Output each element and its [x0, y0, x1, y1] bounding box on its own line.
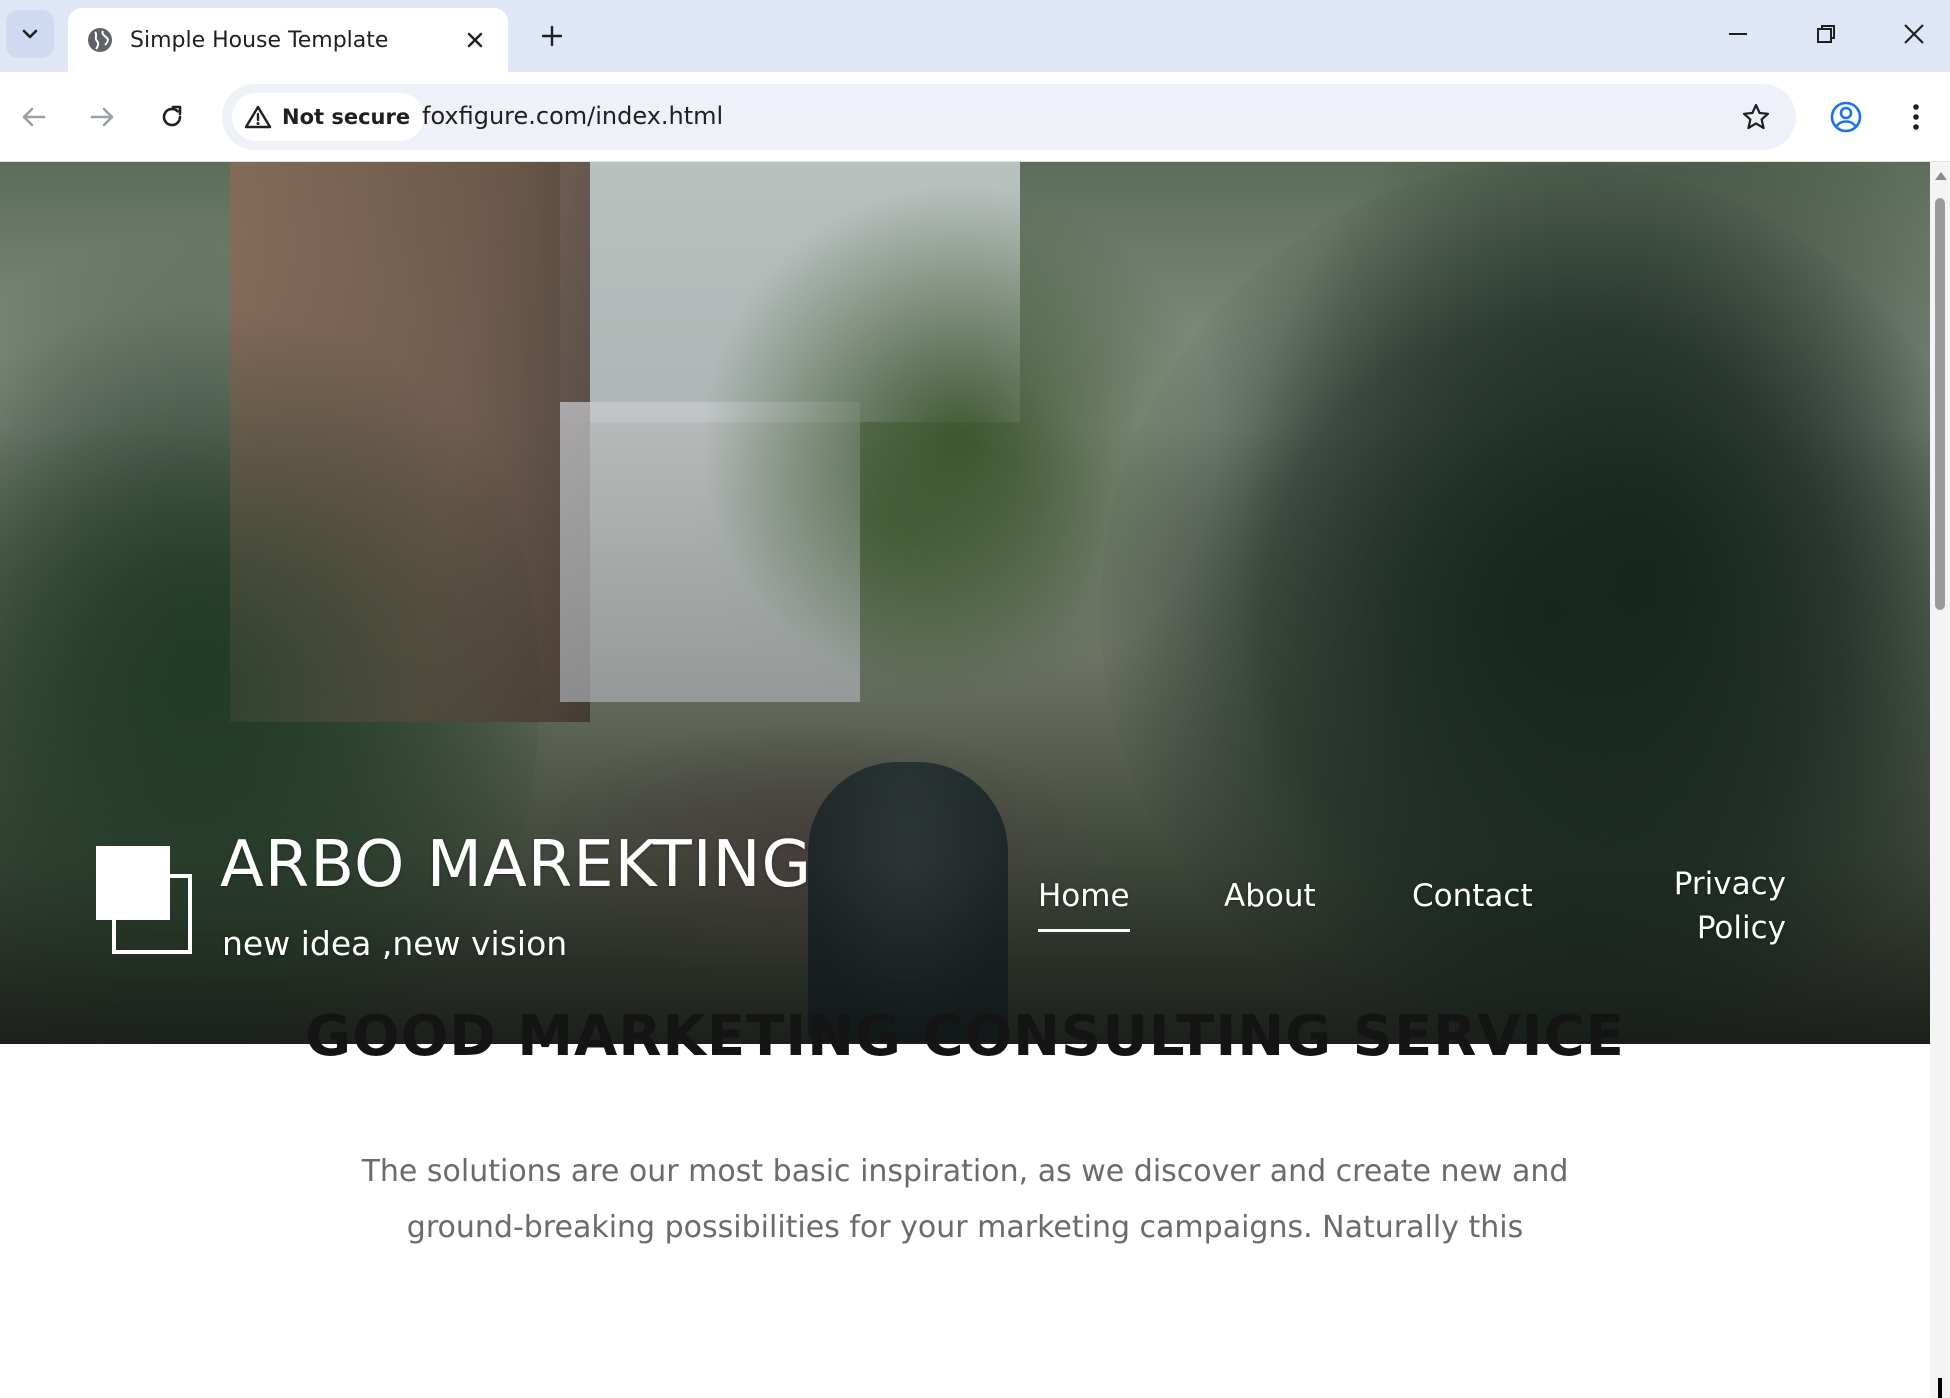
browser-tab-bar: Simple House Template	[0, 0, 1950, 72]
minimize-button[interactable]	[1706, 12, 1770, 56]
url-text[interactable]: foxfigure.com/index.html	[422, 102, 723, 130]
site-tagline: new idea ,new vision	[222, 924, 568, 963]
minimize-icon	[1729, 33, 1747, 35]
browser-toolbar: Not secure foxfigure.com/index.html	[0, 72, 1950, 162]
arrow-left-icon	[22, 107, 46, 127]
security-label: Not secure	[282, 105, 411, 129]
logo-square-filled	[96, 846, 170, 920]
window-close-button[interactable]	[1882, 12, 1946, 56]
browser-menu-button[interactable]	[1892, 93, 1940, 141]
page-viewport: ARBO MAREKTING new idea ,new vision Home…	[0, 162, 1930, 1398]
page-scrollbar[interactable]	[1930, 162, 1950, 1398]
reload-icon	[162, 105, 182, 127]
section-title: GOOD MARKETING CONSULTING SERVICE	[305, 1004, 1625, 1069]
browser-tab-active[interactable]: Simple House Template	[68, 8, 508, 72]
nav-link-home-label: Home	[1038, 878, 1130, 914]
plus-icon	[541, 25, 563, 47]
forward-button[interactable]	[78, 93, 126, 141]
nav-link-privacy-line1: Privacy	[1673, 866, 1786, 902]
star-icon	[1742, 103, 1770, 130]
tab-title: Simple House Template	[130, 27, 389, 53]
site-title[interactable]: ARBO MAREKTING	[220, 828, 812, 902]
nav-link-contact[interactable]: Contact	[1412, 878, 1533, 914]
nav-active-underline	[1038, 929, 1130, 932]
nav-link-about[interactable]: About	[1224, 878, 1316, 914]
back-button[interactable]	[10, 93, 58, 141]
bookmark-button[interactable]	[1736, 97, 1776, 137]
scroll-up-arrow[interactable]	[1935, 172, 1947, 180]
address-bar[interactable]: Not secure foxfigure.com/index.html	[222, 84, 1796, 150]
account-icon	[1830, 101, 1862, 133]
restore-button[interactable]	[1794, 12, 1858, 56]
reload-button[interactable]	[148, 93, 196, 141]
site-security-chip[interactable]: Not secure	[232, 93, 425, 141]
close-icon	[467, 32, 483, 48]
close-icon	[1904, 24, 1924, 44]
profile-button[interactable]	[1822, 93, 1870, 141]
nav-link-privacy-line2: Policy	[1696, 910, 1786, 946]
arrow-right-icon	[90, 107, 114, 127]
tab-search-button[interactable]	[6, 10, 54, 58]
tab-close-button[interactable]	[460, 25, 490, 55]
scrollbar-thumb[interactable]	[1935, 198, 1945, 610]
chevron-down-icon	[22, 29, 38, 39]
warning-icon	[244, 105, 272, 129]
mouse-cursor	[1938, 1378, 1942, 1398]
globe-icon	[88, 28, 112, 52]
nav-link-home[interactable]: Home	[1038, 878, 1130, 932]
section-description: The solutions are our most basic inspira…	[361, 1154, 1569, 1245]
nav-link-privacy-policy[interactable]: Privacy Policy	[1674, 862, 1786, 950]
new-tab-button[interactable]	[532, 16, 572, 56]
more-vert-icon	[1913, 104, 1919, 130]
restore-icon	[1817, 25, 1835, 43]
hero-banner: ARBO MAREKTING new idea ,new vision Home…	[0, 162, 1930, 1044]
site-logo[interactable]	[96, 846, 196, 956]
